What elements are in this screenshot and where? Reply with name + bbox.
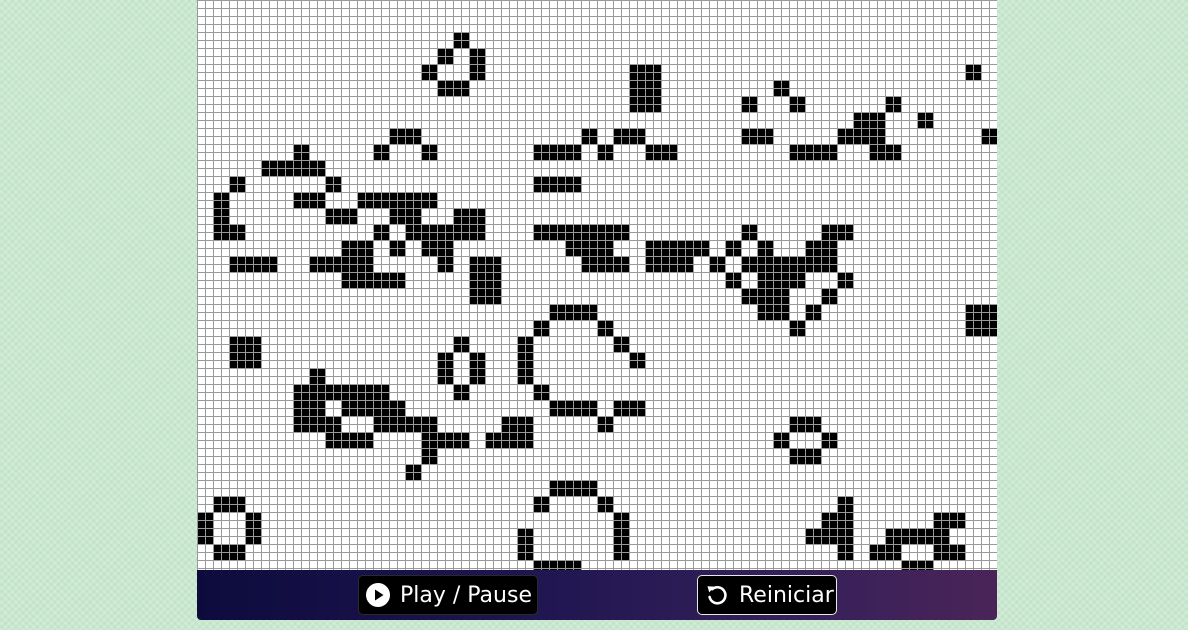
grid-lines xyxy=(197,0,997,570)
game-of-life-app: Play / Pause Reiniciar xyxy=(197,0,997,620)
reset-button[interactable]: Reiniciar xyxy=(697,575,837,615)
play-circle-icon xyxy=(365,582,391,608)
control-bar: Play / Pause Reiniciar xyxy=(197,570,997,620)
game-board[interactable] xyxy=(197,0,997,570)
restart-icon xyxy=(704,582,730,608)
reset-label: Reiniciar xyxy=(739,582,834,608)
play-pause-button[interactable]: Play / Pause xyxy=(358,575,538,615)
play-pause-label: Play / Pause xyxy=(400,582,532,608)
cell-grid[interactable] xyxy=(197,0,997,570)
